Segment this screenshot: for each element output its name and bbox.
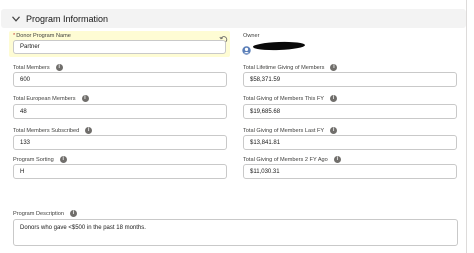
panel-divider [466, 0, 467, 253]
total-giving-2fy-ago-input[interactable]: $11,030.31 [243, 164, 457, 179]
total-lifetime-giving-label-text: Total Lifetime Giving of Members [243, 64, 325, 71]
total-giving-this-fy-input[interactable]: $19,685.68 [243, 104, 457, 119]
section-title: Program Information [26, 13, 109, 24]
chevron-down-icon [11, 14, 21, 24]
total-giving-last-fy-label-text: Total Giving of Members Last FY [243, 127, 325, 134]
total-european-members-label-text: Total European Members [13, 95, 76, 102]
total-giving-2fy-ago-label: Total Giving of Members 2 FY Ago i [243, 156, 341, 163]
info-icon[interactable]: i [85, 127, 93, 134]
total-giving-this-fy-label-text: Total Giving of Members This FY [243, 95, 325, 102]
program-description-label: Program Description i [13, 210, 77, 217]
total-giving-this-fy-label: Total Giving of Members This FY i [243, 95, 338, 102]
info-icon[interactable]: i [69, 210, 77, 217]
required-marker: * [13, 33, 16, 39]
donor-program-name-label-text: Donor Program Name [16, 33, 71, 39]
owner-name-redacted [252, 41, 306, 51]
section-header-program-information[interactable]: Program Information [1, 9, 466, 28]
total-european-members-label: Total European Members i [13, 95, 89, 102]
total-members-subscribed-label: Total Members Subscribed i [13, 127, 93, 134]
info-icon[interactable]: i [333, 156, 341, 163]
total-giving-2fy-ago-label-text: Total Giving of Members 2 FY Ago [243, 156, 328, 163]
total-members-subscribed-label-text: Total Members Subscribed [13, 127, 80, 134]
info-icon[interactable]: i [59, 156, 67, 163]
total-members-subscribed-input[interactable]: 133 [13, 135, 227, 150]
program-description-text: Donors who gave <$500 in the past 18 mon… [20, 225, 146, 231]
info-icon[interactable]: i [330, 64, 338, 71]
program-description-textarea[interactable]: Donors who gave <$500 in the past 18 mon… [13, 219, 458, 246]
program-sorting-label-text: Program Sorting [13, 156, 54, 163]
program-description-label-text: Program Description [13, 210, 64, 217]
info-icon[interactable]: i [81, 95, 89, 102]
donor-program-name-input[interactable]: Partner [13, 40, 226, 54]
total-lifetime-giving-input[interactable]: $58,371.59 [243, 72, 457, 87]
total-giving-last-fy-label: Total Giving of Members Last FY i [243, 127, 338, 134]
info-icon[interactable]: i [330, 95, 338, 102]
total-giving-last-fy-input[interactable]: $13,841.81 [243, 135, 457, 150]
info-icon[interactable]: i [55, 64, 63, 71]
owner-avatar-icon [242, 42, 251, 55]
total-lifetime-giving-label: Total Lifetime Giving of Members i [243, 64, 338, 71]
owner-label: Owner [243, 33, 260, 39]
info-icon[interactable]: i [330, 127, 338, 134]
donor-program-name-label: * Donor Program Name [13, 33, 71, 39]
total-members-input[interactable]: 600 [13, 72, 227, 87]
program-sorting-label: Program Sorting i [13, 156, 67, 163]
total-european-members-input[interactable]: 48 [13, 104, 227, 119]
program-sorting-input[interactable]: H [13, 164, 227, 179]
undo-icon[interactable] [219, 31, 228, 44]
total-members-label-text: Total Members [13, 64, 50, 71]
total-members-label: Total Members i [13, 64, 63, 71]
